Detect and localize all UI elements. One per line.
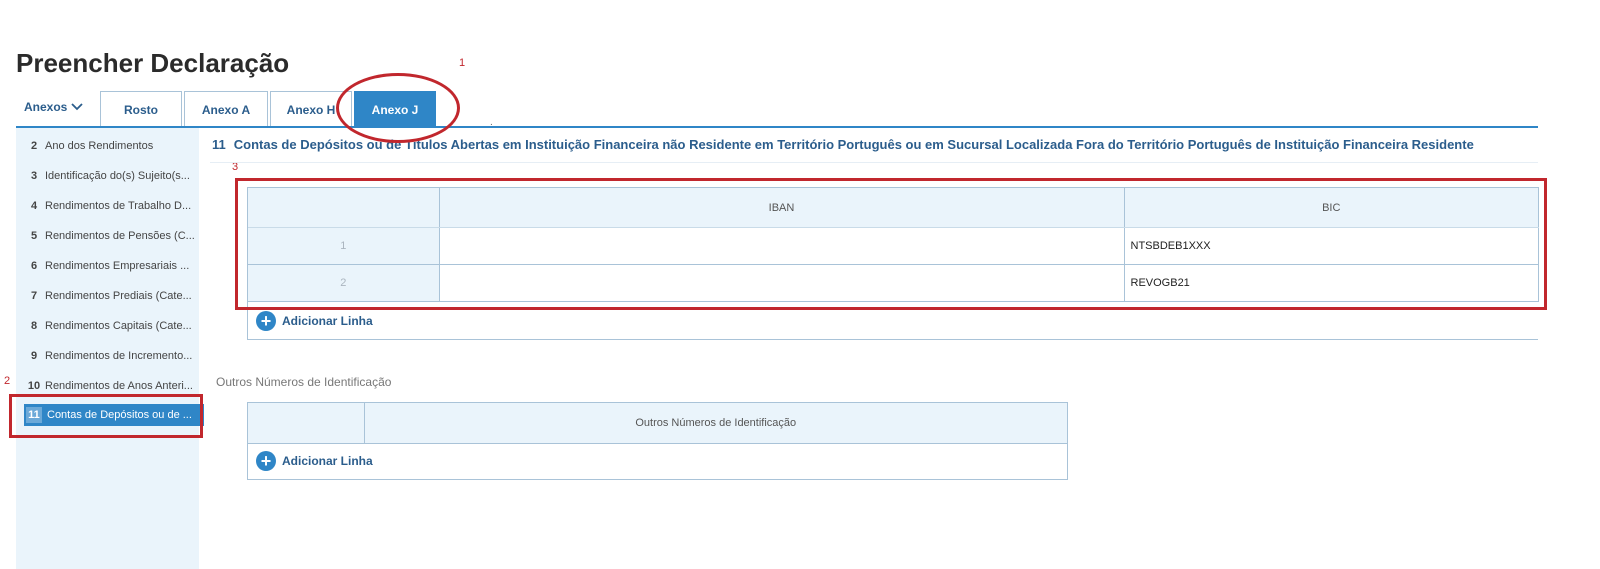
anexos-dropdown[interactable]: Anexos — [24, 100, 83, 114]
chevron-down-icon — [71, 103, 83, 111]
sidebar-item-number: 7 — [30, 290, 38, 302]
tabs-underline — [16, 126, 1538, 128]
sidebar-item-label: Rendimentos de Anos Anteri... — [45, 380, 193, 392]
sidebar-item-number: 4 — [30, 200, 38, 212]
page: Preencher Declaração 1 2 3 Anexos Rosto … — [0, 0, 1600, 569]
column-header-row-number — [248, 403, 365, 444]
sidebar-item-number: 10 — [27, 380, 41, 392]
sidebar-item-3[interactable]: 3 Identificação do(s) Sujeito(s... — [24, 165, 200, 187]
plus-icon: + — [256, 451, 276, 471]
sidebar-item-label: Rendimentos de Incremento... — [45, 350, 193, 362]
tab-label: Anexo A — [201, 102, 251, 117]
sidebar-item-9[interactable]: 9 Rendimentos de Incremento... — [24, 345, 200, 367]
sidebar-item-number: 2 — [30, 140, 38, 152]
sidebar-item-7[interactable]: 7 Rendimentos Prediais (Cate... — [24, 285, 200, 307]
tab-label: Anexo H — [286, 102, 336, 117]
add-line-label: Adicionar Linha — [282, 314, 373, 328]
sidebar-item-label: Rendimentos Prediais (Cate... — [45, 290, 192, 302]
tab-anexo-a[interactable]: Anexo A — [184, 91, 268, 127]
sidebar: 2 Ano dos Rendimentos 3 Identificação do(s… — [16, 128, 204, 569]
sidebar-item-5[interactable]: 5 Rendimentos de Pensões (C... — [24, 225, 200, 247]
table-header-row: Outros Números de Identificação — [248, 403, 1067, 444]
tab-label: Rosto — [124, 102, 158, 117]
sidebar-item-label: Rendimentos de Pensões (C... — [45, 230, 195, 242]
sidebar-item-label: Ano dos Rendimentos — [45, 140, 154, 152]
add-line-button-outros[interactable]: + Adicionar Linha — [256, 451, 373, 471]
annotation-number-1: 1 — [459, 57, 466, 69]
sidebar-item-label: Identificação do(s) Sujeito(s... — [45, 170, 190, 182]
sidebar-item-label: Rendimentos de Trabalho D... — [45, 200, 192, 212]
sidebar-item-number: 5 — [30, 230, 38, 242]
add-line-button-accounts[interactable]: + Adicionar Linha — [256, 311, 373, 331]
sidebar-item-2[interactable]: 2 Ano dos Rendimentos — [24, 135, 200, 157]
sidebar-item-number: 6 — [30, 260, 38, 272]
annotation-number-2: 2 — [4, 375, 11, 387]
anexos-label: Anexos — [24, 100, 68, 114]
tab-rosto[interactable]: Rosto — [100, 91, 182, 127]
sidebar-item-6[interactable]: 6 Rendimentos Empresariais ... — [24, 255, 200, 277]
annotation-box-sidebar — [9, 394, 203, 438]
sidebar-item-label: Rendimentos Capitais (Cate... — [45, 320, 192, 332]
page-title: Preencher Declaração — [16, 48, 290, 78]
annotation-box-table — [235, 178, 1547, 310]
sidebar-item-4[interactable]: 4 Rendimentos de Trabalho D... — [24, 195, 200, 217]
outros-section-label: Outros Números de Identificação — [216, 375, 392, 389]
sidebar-item-number: 9 — [30, 350, 38, 362]
plus-icon: + — [256, 311, 276, 331]
sidebar-item-8[interactable]: 8 Rendimentos Capitais (Cate... — [24, 315, 200, 337]
outros-table: Outros Números de Identificação — [248, 403, 1067, 444]
section-number: 11 — [212, 137, 226, 152]
column-header-outros-numeros: Outros Números de Identificação — [364, 403, 1067, 444]
sidebar-item-label: Rendimentos Empresariais ... — [45, 260, 190, 272]
divider — [210, 162, 1538, 163]
add-line-label: Adicionar Linha — [282, 454, 373, 468]
annotation-ellipse-tab — [336, 73, 460, 143]
sidebar-item-number: 3 — [30, 170, 38, 182]
sidebar-item-number: 8 — [30, 320, 38, 332]
